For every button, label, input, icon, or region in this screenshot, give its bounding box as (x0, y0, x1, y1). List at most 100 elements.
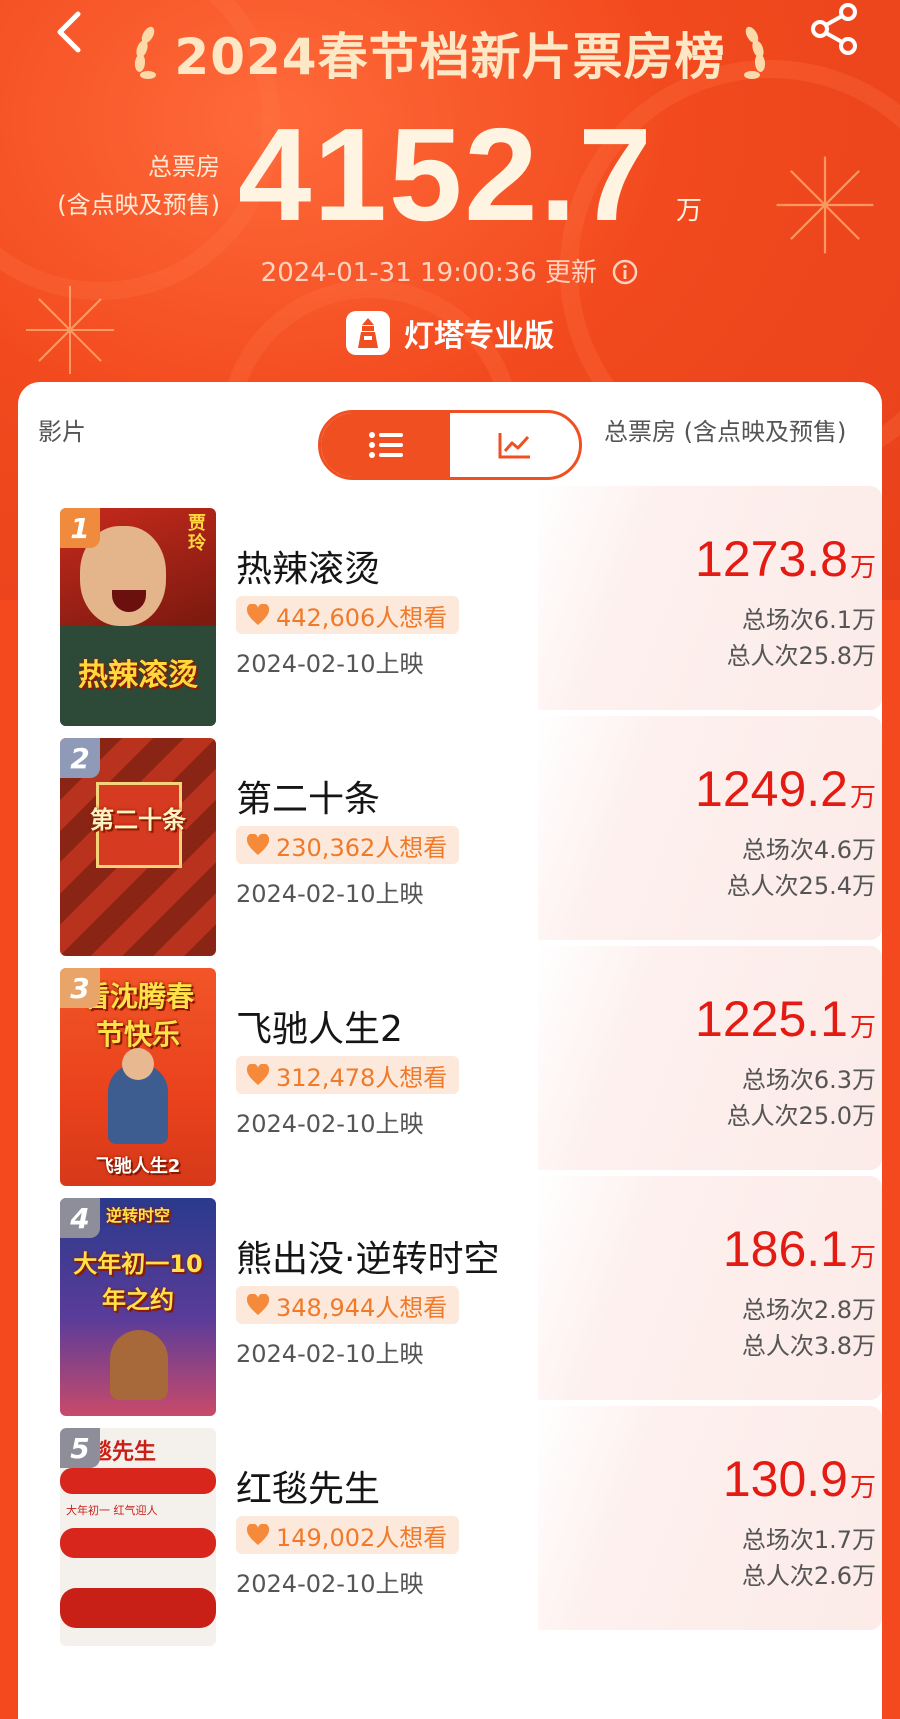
total-label-line1: 总票房 (148, 153, 220, 181)
brand-name: 灯塔专业版 (404, 319, 554, 354)
heart-icon (246, 604, 270, 625)
gross-unit: 万 (849, 553, 876, 583)
ranking-card: 影片 总票房 (含点映及预售) 热辣滚烫 贾玲 1 热辣滚烫 442,606人想… (18, 382, 882, 1719)
movie-row[interactable]: 毯先生 大年初一 红气迎人 5 红毯先生 149,002人想看 2024-02-… (38, 1406, 882, 1646)
total-shows: 总场次2.8万 (741, 1296, 876, 1324)
movie-poster: 毯先生 大年初一 红气迎人 5 (60, 1428, 216, 1646)
row-highlight (538, 486, 882, 710)
movie-title: 热辣滚烫 (236, 549, 381, 590)
update-time-row: 2024-01-31 19:00:36 更新 (0, 252, 900, 289)
gross-number: 1249.2 (695, 761, 848, 817)
total-box-office-unit: 万 (676, 196, 703, 226)
list-view-button[interactable] (321, 413, 450, 477)
movie-title: 熊出没·逆转时空 (236, 1239, 500, 1280)
total-shows: 总场次6.1万 (741, 606, 876, 634)
list-header: 影片 总票房 (含点映及预售) (18, 382, 882, 482)
row-highlight (538, 1406, 882, 1630)
movie-poster: 逆转时空 大年初一10年之约 4 (60, 1198, 216, 1416)
want-count: 312,478人想看 (276, 1063, 448, 1092)
want-count: 348,944人想看 (276, 1293, 448, 1322)
laurel-left-icon (135, 26, 157, 79)
total-label-line2: (含点映及预售) (57, 191, 220, 219)
poster-subtitle: 飞驰人生2 (95, 1156, 181, 1177)
total-shows: 总场次6.3万 (741, 1066, 876, 1094)
rank-badge: 4 (60, 1198, 100, 1238)
heart-icon (246, 1524, 270, 1545)
total-shows: 总场次4.6万 (741, 836, 876, 864)
poster-title: 第二十条 (90, 806, 186, 834)
want-to-see-badge: 312,478人想看 (236, 1056, 460, 1094)
gross-number: 130.9 (722, 1451, 848, 1507)
gross-unit: 万 (849, 1473, 876, 1503)
gross-value: 1225.1万 (695, 990, 876, 1048)
want-count: 149,002人想看 (276, 1523, 448, 1552)
poster-carpet (60, 1468, 216, 1494)
heart-icon (246, 834, 270, 855)
poster-bear (110, 1330, 168, 1400)
movie-row[interactable]: 第二十条 2 第二十条 230,362人想看 2024-02-10上映 1249… (38, 716, 882, 956)
rank-badge: 3 (60, 968, 100, 1008)
total-box-office-label: 总票房 (含点映及预售) (40, 148, 220, 224)
poster-title: 热辣滚烫 (78, 658, 198, 693)
page-title: 2024春节档新片票房榜 (174, 28, 726, 86)
total-column-label: 总票房 (含点映及预售) (604, 418, 847, 446)
release-date: 2024-02-10上映 (236, 1570, 424, 1598)
gross-number: 1225.1 (695, 991, 848, 1047)
want-to-see-badge: 230,362人想看 (236, 826, 460, 864)
total-admissions: 总人次25.8万 (726, 642, 876, 670)
laurel-right-icon (743, 26, 765, 79)
row-highlight (538, 716, 882, 940)
gross-value: 186.1万 (723, 1220, 876, 1278)
gross-value: 1273.8万 (695, 530, 876, 588)
release-date: 2024-02-10上映 (236, 650, 424, 678)
title-row: 2024春节档新片票房榜 (0, 18, 900, 88)
release-date: 2024-02-10上映 (236, 1110, 424, 1138)
release-date: 2024-02-10上映 (236, 1340, 424, 1368)
movie-poster: 热辣滚烫 贾玲 1 (60, 508, 216, 726)
update-time: 2024-01-31 19:00:36 更新 (260, 258, 598, 288)
total-admissions: 总人次2.6万 (741, 1562, 876, 1590)
poster-carpet (60, 1588, 216, 1628)
poster-head (122, 1048, 154, 1080)
row-highlight (538, 1176, 882, 1400)
want-to-see-badge: 149,002人想看 (236, 1516, 460, 1554)
gross-unit: 万 (849, 1243, 876, 1273)
gross-unit: 万 (849, 783, 876, 813)
total-admissions: 总人次3.8万 (741, 1332, 876, 1360)
gross-value: 130.9万 (723, 1450, 876, 1508)
release-date: 2024-02-10上映 (236, 880, 424, 908)
poster-title: 大年初一10年之约 (73, 1250, 203, 1314)
poster-side-name: 贾玲 (188, 513, 206, 554)
total-box-office-value: 4152.7 (238, 101, 654, 248)
movie-row[interactable]: 逆转时空 大年初一10年之约 4 熊出没·逆转时空 348,944人想看 202… (38, 1176, 882, 1416)
poster-subtitle: 大年初一 红气迎人 (66, 1504, 158, 1517)
total-admissions: 总人次25.4万 (726, 872, 876, 900)
view-toggle (318, 410, 582, 480)
heart-icon (246, 1064, 270, 1085)
chart-view-button[interactable] (450, 413, 579, 477)
list-icon (368, 432, 403, 458)
want-to-see-badge: 442,606人想看 (236, 596, 460, 634)
movie-row[interactable]: 看沈腾春节快乐 飞驰人生2 3 飞驰人生2 312,478人想看 2024-02… (38, 946, 882, 1186)
rank-badge: 2 (60, 738, 100, 778)
movie-poster: 第二十条 2 (60, 738, 216, 956)
want-to-see-badge: 348,944人想看 (236, 1286, 460, 1324)
firework-icon (776, 156, 874, 254)
info-icon[interactable] (611, 258, 639, 286)
rank-badge: 1 (60, 508, 100, 548)
row-highlight (538, 946, 882, 1170)
film-column-label: 影片 (38, 418, 86, 446)
want-count: 230,362人想看 (276, 833, 448, 862)
gross-number: 186.1 (722, 1221, 848, 1277)
movie-poster: 看沈腾春节快乐 飞驰人生2 3 (60, 968, 216, 1186)
movie-title: 飞驰人生2 (236, 1009, 403, 1050)
total-shows: 总场次1.7万 (741, 1526, 876, 1554)
movie-title: 红毯先生 (236, 1469, 381, 1510)
gross-value: 1249.2万 (695, 760, 876, 818)
rank-badge: 5 (60, 1428, 100, 1468)
gross-unit: 万 (849, 1013, 876, 1043)
brand-row: 灯塔专业版 (0, 308, 900, 358)
lighthouse-logo-icon (346, 311, 390, 355)
gross-number: 1273.8 (695, 531, 848, 587)
movie-row[interactable]: 热辣滚烫 贾玲 1 热辣滚烫 442,606人想看 2024-02-10上映 1… (38, 486, 882, 726)
